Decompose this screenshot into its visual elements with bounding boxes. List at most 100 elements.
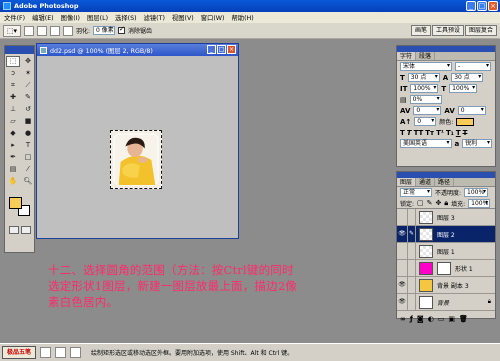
font-style-select[interactable]: -	[455, 62, 491, 71]
standard-mode-icon[interactable]	[9, 226, 19, 234]
tab-paragraph[interactable]: 段落	[416, 52, 436, 60]
maximize-button[interactable]: □	[477, 1, 487, 11]
feather-input[interactable]: 0 像素	[93, 26, 116, 35]
blur-tool-icon[interactable]: ◆	[6, 128, 20, 139]
lock-pixels-icon[interactable]: ✎	[427, 199, 433, 207]
ime-button[interactable]: 极品五笔	[2, 346, 37, 359]
faux-bold-icon[interactable]: T	[400, 129, 405, 137]
move-tool-icon[interactable]: ✥	[21, 56, 35, 67]
lock-transparency-icon[interactable]: ▢	[417, 199, 424, 207]
tab-layers[interactable]: 图层	[397, 178, 417, 186]
delete-layer-icon[interactable]: 🗑︎	[459, 315, 468, 323]
magic-wand-tool-icon[interactable]: ✶	[21, 68, 35, 79]
menu-view[interactable]: 视图(V)	[172, 13, 194, 22]
strikethrough-icon[interactable]: T	[463, 129, 468, 137]
small-caps-icon[interactable]: Tт	[425, 129, 434, 137]
shape-tool-icon[interactable]: □	[21, 152, 35, 163]
menu-filter[interactable]: 滤镜(T)	[144, 13, 165, 22]
baseline-shift-input[interactable]: 0	[414, 117, 437, 126]
quickmask-mode-icon[interactable]	[21, 226, 31, 234]
visibility-toggle[interactable]	[397, 243, 408, 259]
layer-row-shape1[interactable]: 形状 1	[397, 260, 495, 277]
lock-all-icon[interactable]: 🔒︎	[444, 199, 448, 208]
canvas-area[interactable]	[37, 56, 238, 238]
well-tab-tool-presets[interactable]: 工具预设	[431, 25, 464, 36]
healing-brush-icon[interactable]: ✚	[6, 92, 20, 103]
layer-row-bg-copy3[interactable]: 👁︎ 背景 副本 3	[397, 277, 495, 294]
new-group-icon[interactable]: ▭	[438, 315, 445, 323]
menu-edit[interactable]: 编辑(E)	[32, 13, 54, 22]
menu-select[interactable]: 选择(S)	[115, 13, 137, 22]
layer-link-cell[interactable]	[408, 277, 416, 293]
tab-paths[interactable]: 路径	[435, 178, 455, 186]
doc-minimize-button[interactable]: _	[207, 45, 216, 54]
link-layers-icon[interactable]: ∞	[400, 315, 406, 323]
menu-file[interactable]: 文件(F)	[4, 13, 25, 22]
pen-tool-icon[interactable]: ✒	[6, 152, 20, 163]
superscript-icon[interactable]: T¹	[436, 129, 444, 137]
layer-row-background[interactable]: 👁︎ 背景 🔒︎	[397, 294, 495, 311]
crop-tool-icon[interactable]: ⌗	[6, 80, 20, 91]
visibility-toggle[interactable]	[397, 260, 408, 276]
close-button[interactable]: ×	[488, 1, 498, 11]
antialias-checkbox[interactable]	[118, 25, 126, 34]
eyedropper-tool-icon[interactable]: ⁄	[21, 164, 35, 175]
new-layer-icon[interactable]: ▣	[448, 315, 455, 323]
doc-maximize-button[interactable]: □	[217, 45, 226, 54]
layer-style-icon[interactable]: ƒ	[410, 315, 413, 323]
layer-link-cell[interactable]	[408, 209, 416, 225]
all-caps-icon[interactable]: TT	[414, 129, 424, 137]
brush-tool-icon[interactable]: ✎	[21, 92, 35, 103]
leading-select[interactable]: 30 点	[451, 73, 484, 82]
well-tab-layer-comps[interactable]: 图层复合	[464, 25, 497, 36]
subscript-icon[interactable]: T₁	[446, 129, 454, 137]
menu-window[interactable]: 窗口(W)	[201, 13, 225, 22]
menu-image[interactable]: 图像(I)	[61, 13, 80, 22]
kerning-select[interactable]: 0	[413, 106, 442, 115]
dodge-tool-icon[interactable]: ●	[21, 128, 35, 139]
horizontal-scale-input[interactable]: 100%	[449, 84, 478, 93]
add-selection-icon[interactable]	[37, 25, 47, 36]
layer-row-layer2[interactable]: 👁︎ ✎ 图层 2	[397, 226, 495, 243]
fill-input[interactable]: 100%	[468, 198, 491, 208]
doc-close-button[interactable]: ×	[227, 45, 236, 54]
path-select-icon[interactable]: ▸	[6, 140, 20, 151]
eye-icon[interactable]: 👁︎	[397, 277, 408, 293]
layer-link-cell[interactable]	[408, 294, 416, 310]
history-brush-icon[interactable]: ↺	[21, 104, 35, 115]
slice-tool-icon[interactable]: ⟋	[21, 80, 35, 91]
gradient-tool-icon[interactable]: ■	[21, 116, 35, 127]
opacity-input[interactable]: 100%	[464, 188, 489, 197]
type-tool-icon[interactable]: T	[21, 140, 35, 151]
foreground-color-swatch[interactable]	[9, 197, 22, 209]
zoom-tool-icon[interactable]: 🔍︎	[21, 176, 35, 187]
antialias-select[interactable]: 锐利	[462, 139, 492, 148]
text-color-swatch[interactable]	[456, 117, 475, 126]
layer-row-layer3[interactable]: 图层 3	[397, 209, 495, 226]
minimize-button[interactable]: _	[466, 1, 476, 11]
font-size-select[interactable]: 30 点	[407, 73, 440, 82]
tracking2-select[interactable]: 0	[457, 106, 486, 115]
intersect-selection-icon[interactable]	[63, 25, 73, 36]
tool-preset-picker[interactable]: ⬚▾	[3, 24, 21, 37]
vertical-scale-input[interactable]: 100%	[410, 84, 439, 93]
tab-character[interactable]: 字符	[397, 52, 417, 60]
well-tab-brushes[interactable]: 画笔	[410, 25, 431, 36]
new-selection-icon[interactable]	[24, 25, 34, 36]
menu-layer[interactable]: 图层(L)	[87, 13, 108, 22]
eye-icon[interactable]: 👁︎	[397, 226, 408, 242]
tracking-select[interactable]: 0%	[409, 95, 442, 104]
layer-link-cell[interactable]	[408, 243, 416, 259]
canvas-photo[interactable]	[110, 130, 162, 189]
tab-channels[interactable]: 通道	[416, 178, 436, 186]
subtract-selection-icon[interactable]	[50, 25, 60, 36]
menu-help[interactable]: 帮助(H)	[231, 13, 253, 22]
blend-mode-select[interactable]: 正常	[400, 188, 432, 197]
eraser-tool-icon[interactable]: ▱	[6, 116, 20, 127]
eye-icon[interactable]: 👁︎	[397, 294, 408, 310]
notes-tool-icon[interactable]: ▤	[6, 164, 20, 175]
faux-italic-icon[interactable]: T	[407, 129, 412, 137]
brush-indicator-icon[interactable]: ✎	[408, 226, 416, 242]
layer-link-cell[interactable]	[408, 260, 416, 276]
lock-position-icon[interactable]: ✥	[436, 199, 442, 207]
